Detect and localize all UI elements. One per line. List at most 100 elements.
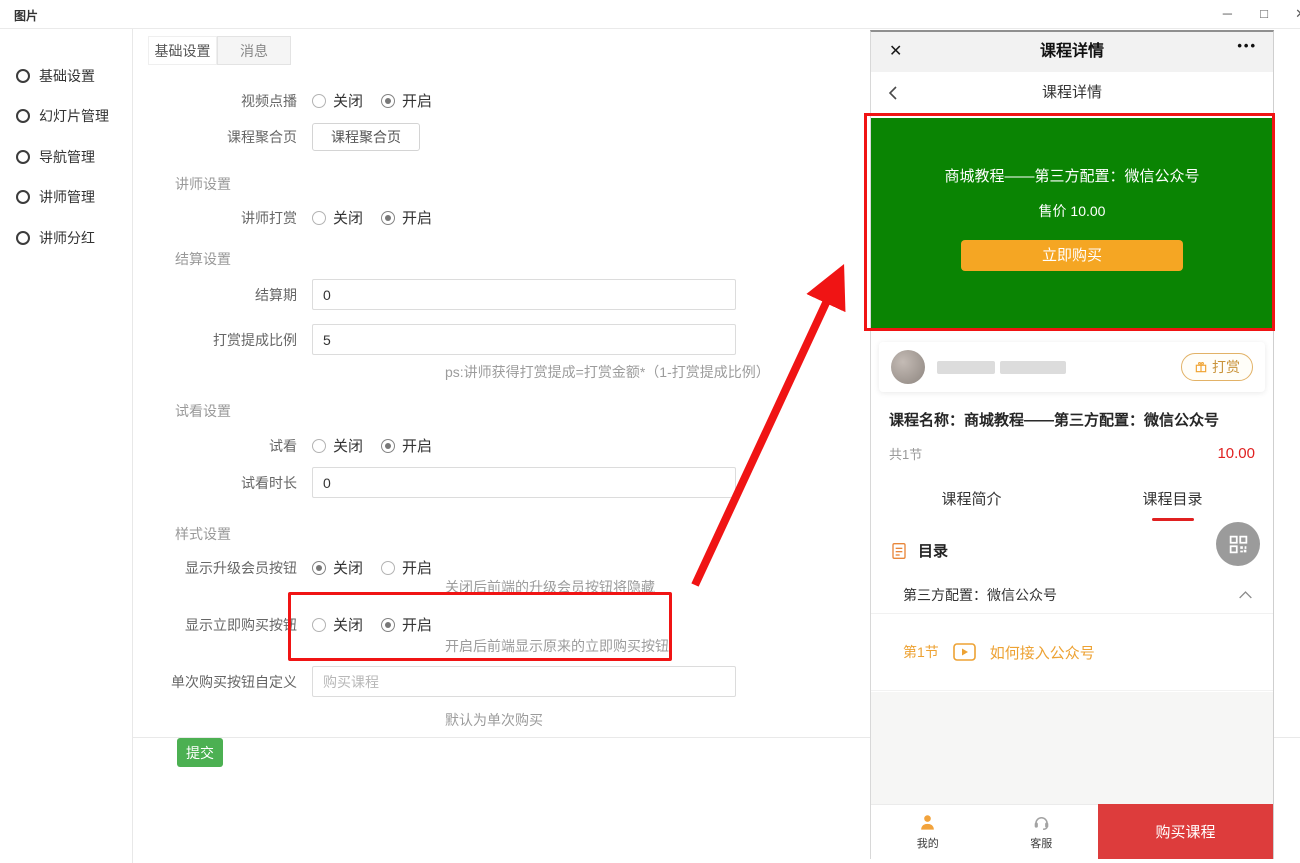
radio-label: 关闭 (333, 90, 363, 111)
window-title: 图片 (14, 7, 38, 24)
radio-option-on[interactable]: 开启 (381, 90, 432, 111)
tab-course-catalog[interactable]: 课程目录 (1072, 484, 1273, 524)
settlement-period-input[interactable] (312, 279, 736, 310)
sidebar-item-label: 基础设置 (39, 66, 95, 86)
radio-icon[interactable] (381, 561, 395, 575)
headset-icon (1032, 813, 1051, 832)
window-titlebar: 图片 ─ □ ✕ (0, 0, 1300, 29)
radio-circle-icon (16, 190, 30, 204)
radio-option-off[interactable]: 关闭 (312, 557, 363, 578)
section-settlement: 结算设置 (175, 249, 231, 269)
play-icon (953, 643, 976, 661)
more-icon[interactable]: ••• (1237, 38, 1257, 53)
lesson-row[interactable]: 第1节 如何接入公众号 (903, 632, 1253, 672)
course-sections: 共1节 (889, 444, 922, 463)
radio-option-off[interactable]: 关闭 (312, 435, 363, 456)
radio-icon[interactable] (381, 94, 395, 108)
reward-label: 打赏 (1212, 357, 1240, 377)
active-tab-underline (1152, 518, 1194, 521)
list-divider (871, 690, 1273, 691)
radio-option-on[interactable]: 开启 (381, 614, 432, 635)
radio-label: 开启 (402, 207, 432, 228)
chevron-up-icon (1238, 590, 1253, 600)
qr-code-button[interactable] (1216, 522, 1260, 566)
radio-circle-icon (16, 69, 30, 83)
buy-button-custom-input[interactable] (312, 666, 736, 697)
catalog-header: 目录 (891, 540, 948, 561)
section-teacher-settings: 讲师设置 (175, 174, 231, 194)
tab-course-intro[interactable]: 课程简介 (871, 484, 1072, 524)
sidebar-item-basic-settings[interactable]: 基础设置 (16, 66, 95, 86)
catalog-title: 目录 (918, 540, 948, 561)
banner-course-title: 商城教程——第三方配置：微信公众号 (871, 118, 1273, 186)
tabbar-label: 我的 (917, 835, 939, 851)
radio-label: 关闭 (333, 435, 363, 456)
close-icon[interactable]: ✕ (1295, 6, 1300, 22)
phone-nav-title: 课程详情 (871, 72, 1273, 114)
reward-ratio-input[interactable] (312, 324, 736, 355)
radio-option-off[interactable]: 关闭 (312, 207, 363, 228)
chapter-title: 第三方配置：微信公众号 (903, 585, 1057, 605)
radio-icon[interactable] (312, 618, 326, 632)
blurred-name-block (1000, 361, 1066, 374)
trial-duration-input[interactable] (312, 467, 736, 498)
tab-label: 课程简介 (941, 491, 1001, 508)
tab-basic-settings[interactable]: 基础设置 (148, 36, 217, 65)
show-buy-now-hint: 开启后前端显示原来的立即购买按钮 (445, 636, 669, 656)
qr-code-icon (1228, 534, 1249, 555)
reward-button[interactable]: 打赏 (1181, 353, 1253, 381)
phone-titlebar: ✕ 课程详情 ••• (871, 32, 1273, 73)
gift-icon (1194, 360, 1208, 374)
document-icon (891, 542, 907, 560)
radio-icon[interactable] (312, 561, 326, 575)
sidebar-item-slides[interactable]: 幻灯片管理 (16, 106, 109, 126)
sidebar: 基础设置 幻灯片管理 导航管理 讲师管理 讲师分红 (0, 28, 133, 863)
show-upgrade-hint: 关闭后前端的升级会员按钮将隐藏 (445, 577, 655, 597)
radio-label: 开启 (402, 90, 432, 111)
tabbar-label: 客服 (1030, 835, 1052, 851)
screen: 图片 ─ □ ✕ 基础设置 幻灯片管理 导航管理 讲师管理 讲师分红 基础设置 … (0, 0, 1300, 863)
section-trial: 试看设置 (175, 401, 231, 421)
tabbar-item-service[interactable]: 客服 (985, 805, 1099, 859)
radio-icon[interactable] (381, 211, 395, 225)
radio-icon[interactable] (312, 94, 326, 108)
sidebar-item-label: 导航管理 (39, 147, 95, 167)
minimize-icon[interactable]: ─ (1223, 6, 1232, 21)
buy-button-custom-hint: 默认为单次购买 (445, 710, 543, 730)
radio-icon[interactable] (381, 439, 395, 453)
lesson-number: 第1节 (903, 642, 939, 662)
sidebar-item-label: 讲师管理 (39, 187, 95, 207)
person-icon (918, 813, 937, 832)
course-price: 10.00 (1217, 445, 1255, 462)
buy-now-button[interactable]: 立即购买 (961, 240, 1183, 271)
avatar (891, 350, 925, 384)
submit-button[interactable]: 提交 (177, 738, 223, 767)
radio-icon[interactable] (381, 618, 395, 632)
radio-label: 关闭 (333, 207, 363, 228)
radio-icon[interactable] (312, 211, 326, 225)
radio-option-off[interactable]: 关闭 (312, 90, 363, 111)
radio-option-on[interactable]: 开启 (381, 207, 432, 228)
sidebar-item-teachers[interactable]: 讲师管理 (16, 187, 95, 207)
maximize-icon[interactable]: □ (1260, 6, 1268, 21)
course-banner: 商城教程——第三方配置：微信公众号 售价 10.00 立即购买 (871, 118, 1273, 329)
course-tabs: 课程简介 课程目录 (871, 484, 1273, 524)
author-card: 打赏 (879, 342, 1265, 392)
tabbar-item-mine[interactable]: 我的 (871, 805, 985, 859)
tab-messages[interactable]: 消息 (217, 36, 291, 65)
banner-price: 售价 10.00 (871, 201, 1273, 221)
radio-option-on[interactable]: 开启 (381, 557, 432, 578)
radio-option-on[interactable]: 开启 (381, 435, 432, 456)
sidebar-item-teacher-dividend[interactable]: 讲师分红 (16, 228, 95, 248)
buy-course-button[interactable]: 购买课程 (1098, 804, 1273, 859)
course-name: 课程名称：商城教程——第三方配置：微信公众号 (889, 409, 1219, 430)
aggregation-page-button[interactable]: 课程聚合页 (312, 123, 420, 151)
tabbar-left: 我的 客服 (871, 804, 1098, 859)
chapter-row[interactable]: 第三方配置：微信公众号 (871, 577, 1273, 614)
sidebar-item-navigation[interactable]: 导航管理 (16, 147, 95, 167)
course-meta: 共1节 10.00 (889, 444, 1255, 463)
radio-option-off[interactable]: 关闭 (312, 614, 363, 635)
radio-icon[interactable] (312, 439, 326, 453)
sidebar-item-label: 讲师分红 (39, 228, 95, 248)
phone-navbar: 课程详情 (871, 72, 1273, 115)
